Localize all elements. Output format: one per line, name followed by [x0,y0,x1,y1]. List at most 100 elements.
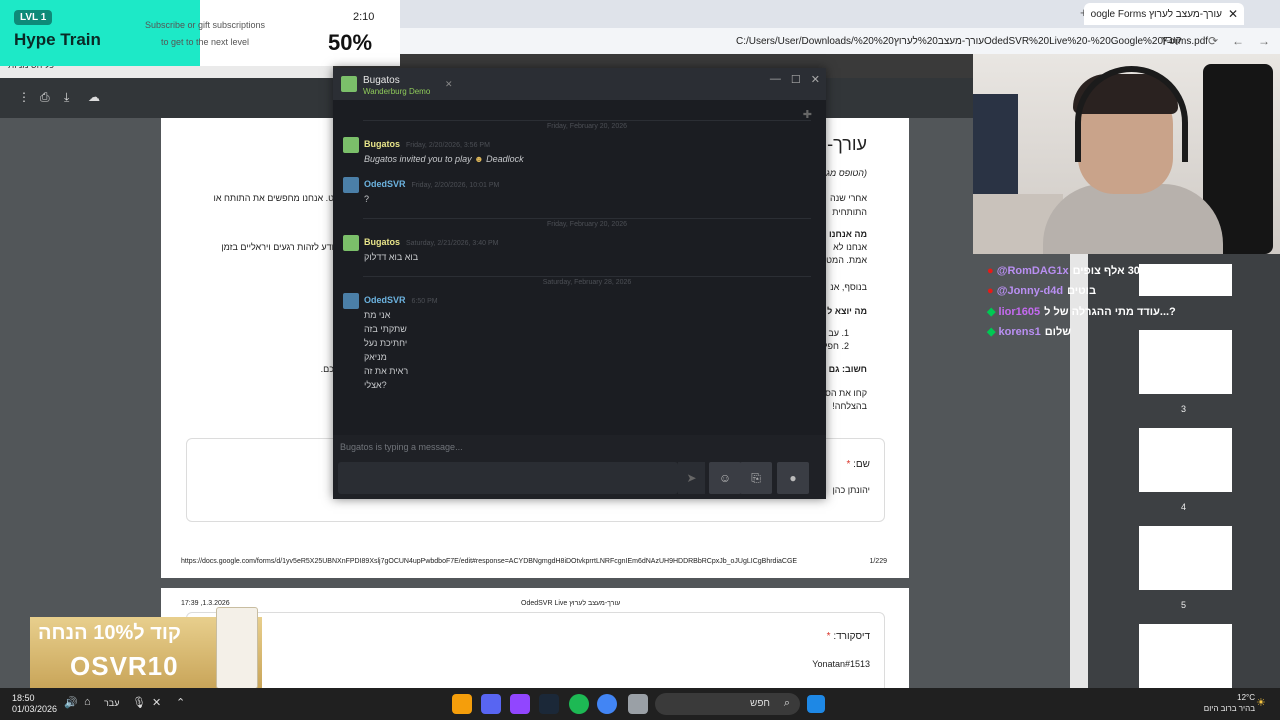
send-button[interactable]: ➤ [678,462,705,494]
message-text: בוא בוא דדלוק [364,252,419,262]
volume-icon[interactable]: 🔊 [64,696,78,709]
app-icon[interactable] [452,694,472,714]
scrollbar[interactable] [1070,254,1088,688]
attach-button[interactable]: ⎘ [740,462,772,494]
avatar[interactable] [343,235,359,251]
print-icon[interactable]: ⎙ [40,90,50,105]
chat-message: עודד מתי ההגרלה של ל...? [1044,306,1176,318]
hype-timer: 2:10 [353,11,375,23]
close-chat-tab-icon[interactable]: ✕ [445,79,453,90]
windows-start-icon[interactable] [807,695,825,713]
hype-percent: 50% [328,30,373,55]
chat-header: Bugatos Wanderburg Demo ✕ — ☐ ✕ [333,68,826,100]
chat-username[interactable]: @RomDAG1x [997,265,1069,277]
address-url[interactable]: C:/Users/User/Downloads/%20עורך-מעצב%20ל… [736,36,1208,47]
thumbnail-label: 4 [1181,502,1187,512]
drive-icon[interactable]: ☁ [88,90,100,104]
spotify-icon[interactable] [569,694,589,714]
page-thumbnail[interactable] [1139,428,1232,492]
pdf-text: ט. אנחנו מחפשים את התותח או [213,193,335,203]
friend-avatar[interactable] [341,76,357,92]
hype-train-widget: LVL 1 Hype Train Subscribe or gift subsc… [0,0,400,66]
chat-username[interactable]: korens1 [999,326,1041,338]
message-text: מניאק [364,352,387,362]
chat-username[interactable]: @Jonny-d4d [997,285,1063,297]
file-label: קובץ [1162,35,1182,46]
download-icon[interactable]: ⤓ [64,90,69,105]
hype-subtitle-line: to get to the next level [160,37,250,47]
browser-tab-bar: + ✕ עורך-מעצב לערוץ Google Forms [400,0,1280,28]
clock-time: 18:50 [12,693,35,703]
friend-game: Wanderburg Demo [363,87,431,96]
back-icon[interactable]: ← [1232,34,1244,48]
required-mark: * [846,459,851,470]
avatar[interactable] [343,177,359,193]
message-time: Friday, 2/20/2026, 3:56 PM [406,142,490,149]
chat-username[interactable]: lior1605 [999,306,1041,318]
message-author: Bugatos Friday, 2/20/2026, 3:56 PM [364,139,490,149]
chat-message: בוטים [1067,285,1097,297]
steam-icon[interactable] [539,694,559,714]
avatar[interactable] [343,137,359,153]
discord-answer: Yonatan#1513 [812,659,870,669]
chevron-up-icon[interactable]: ⌃ [176,696,185,709]
page-thumbnail[interactable] [1139,624,1232,688]
mute-icon[interactable]: ✕ [152,696,161,709]
taskbar-search[interactable]: חפש ⌕ [655,693,800,715]
network-icon[interactable]: ⌂ [84,696,91,708]
chat-messages: ✚ Friday, February 20, 2026 Bugatos Frida… [333,100,826,435]
avatar[interactable] [343,293,359,309]
friend-name[interactable]: Bugatos [363,75,400,86]
file-explorer-icon[interactable] [628,694,648,714]
emoticon-button[interactable]: ☺ [709,462,741,494]
pdf-list-item: 1. עב [828,328,849,338]
clock-date: 01/03/2026 [12,704,58,714]
reload-icon[interactable]: ⟳ [1208,34,1218,48]
message-text: שתקתי בזה [364,324,407,334]
page-thumbnail[interactable] [1139,526,1232,590]
name-answer: יהונתן כהן [832,485,870,495]
forward-icon[interactable]: → [1258,34,1270,48]
message-input[interactable] [338,462,678,494]
voice-button[interactable]: ● [777,462,809,494]
discord-icon[interactable] [481,694,501,714]
perfume-bottle-image [216,607,258,689]
game-icon: ☻ [474,154,484,164]
browser-tab[interactable]: ✕ עורך-מעצב לערוץ Google Forms [1084,3,1244,25]
more-icon[interactable]: ⋮ [18,90,30,104]
hype-subtitle: Subscribe or gift subscriptions to get t… [140,17,270,51]
twitch-icon[interactable] [510,694,530,714]
language-indicator[interactable]: עבר [104,698,119,708]
pdf-text: כם. [320,364,334,374]
pdf-text: התותחית [832,207,867,217]
hype-level-badge: LVL 1 [14,10,53,25]
search-icon: ⌕ [783,697,790,709]
pdf-text: מה אנחנו [828,229,867,239]
weather-temp: 12°C [1237,693,1255,702]
message-text: Bugatos invited you to play ☻ Deadlock [364,154,524,164]
minimize-icon[interactable]: — [770,73,781,86]
weather-widget[interactable]: 12°C בהיר ברוב היום [1195,692,1255,714]
badge-icon: ◆ [987,326,996,338]
pdf-text: בהצלחה! [832,401,867,411]
invite-game[interactable]: Deadlock [486,154,524,164]
badge-icon: ● [987,265,994,277]
chat-line: ● @Jonny-d4d בוטים [987,285,1096,297]
maximize-icon[interactable]: ☐ [791,73,801,86]
date-separator-text: Friday, February 20, 2026 [540,221,634,228]
chrome-icon[interactable] [597,694,617,714]
taskbar-clock[interactable]: 18:50 01/03/2026 [12,693,57,715]
date-separator-text: Friday, February 20, 2026 [540,123,634,130]
hype-subtitle-line: Subscribe or gift subscriptions [144,20,266,30]
mic-icon[interactable]: 🎙 [132,696,146,709]
message-text: אני מת [364,310,391,320]
page-thumbnail[interactable] [1139,330,1232,394]
author-name: Bugatos [364,237,400,247]
message-author: OdedSVR 6:50 PM [364,295,438,305]
hype-title: Hype Train [14,30,101,49]
chat-line: ◆ lior1605 עודד מתי ההגרלה של ל...? [987,305,1176,318]
promo-text: קוד ל10% הנחה [38,622,181,644]
close-icon[interactable]: ✕ [811,73,820,86]
nav-buttons: ⟳ ← → [1208,34,1270,48]
close-tab-icon[interactable]: ✕ [1228,7,1238,21]
